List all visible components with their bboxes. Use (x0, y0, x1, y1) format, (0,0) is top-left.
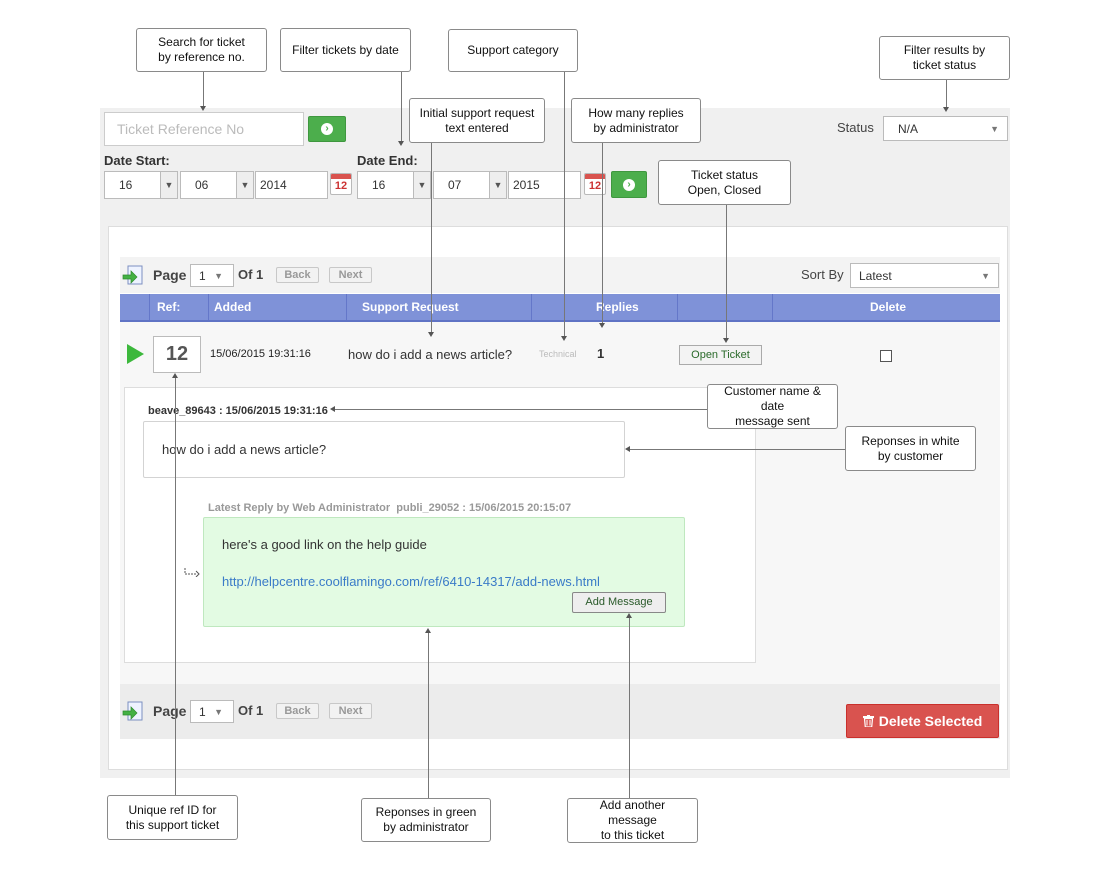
callout-initial-request: Initial support request text entered (409, 98, 545, 143)
date-start-day-select[interactable]: 16 ▼ (104, 171, 178, 199)
callout-responses-green: Reponses in green by administrator (361, 798, 491, 842)
ticket-added-date: 15/06/2015 19:31:16 (210, 348, 311, 360)
next-button[interactable]: Next (329, 703, 372, 719)
open-ticket-button[interactable]: Open Ticket (679, 345, 762, 365)
reply-connector-icon (184, 568, 200, 577)
callout-support-category: Support category (448, 29, 578, 72)
date-end-day-select[interactable]: 16 ▼ (357, 171, 431, 199)
callout-responses-white: Reponses in white by customer (845, 426, 976, 471)
delete-selected-label: Delete Selected (878, 713, 983, 729)
page-select[interactable]: 1 ▼ (190, 264, 234, 287)
chevron-down-icon: ▼ (990, 123, 999, 134)
admin-reply-link[interactable]: http://helpcentre.coolflamingo.com/ref/6… (222, 574, 600, 589)
page-arrow-icon (122, 701, 143, 721)
ticket-support-request[interactable]: how do i add a news article? (348, 347, 512, 362)
admin-reply-text: here's a good link on the help guide (222, 537, 427, 552)
page-of-label: Of 1 (238, 267, 264, 282)
table-header: Ref: Added Support Request Replies Delet… (120, 294, 1000, 322)
page-of-label: Of 1 (238, 703, 264, 718)
header-added: Added (214, 300, 252, 314)
sort-by-label: Sort By (801, 267, 844, 282)
page-select[interactable]: 1 ▼ (190, 700, 234, 723)
date-end-year-input[interactable]: 2015 (508, 171, 581, 199)
callout-unique-ref: Unique ref ID for this support ticket (107, 795, 238, 840)
page-arrow-icon (122, 265, 143, 285)
date-end-label: Date End: (357, 153, 418, 168)
ticket-reference-input[interactable] (104, 112, 304, 146)
calendar-icon[interactable]: 12 (330, 173, 352, 195)
date-start-day-value: 16 (119, 178, 133, 192)
chevron-down-icon: ▼ (981, 270, 990, 281)
delete-selected-button[interactable]: Delete Selected (846, 704, 999, 738)
chevron-down-icon: ▼ (214, 706, 223, 717)
page-label: Page (153, 703, 187, 719)
date-end-year-value: 2015 (513, 178, 540, 192)
ticket-category: Technical (539, 349, 577, 359)
add-message-button[interactable]: Add Message (572, 592, 666, 613)
callout-search: Search for ticket by reference no. (136, 28, 267, 72)
header-delete: Delete (870, 300, 907, 314)
arrow-right-icon: › (321, 123, 333, 135)
expand-play-icon[interactable] (127, 344, 144, 364)
ticket-ref-id[interactable]: 12 (153, 336, 201, 373)
arrow-right-icon: › (623, 178, 635, 191)
page-select-value: 1 (199, 704, 206, 719)
page-label: Page (153, 267, 187, 283)
chevron-down-icon: ▼ (160, 172, 177, 198)
callout-replies-count: How many replies by administrator (571, 98, 701, 143)
date-start-month-select[interactable]: 06 ▼ (180, 171, 254, 199)
status-select[interactable]: N/A ▼ (883, 116, 1008, 141)
date-end-month-value: 07 (448, 178, 462, 192)
search-go-button[interactable]: › (308, 116, 346, 142)
page-select-value: 1 (199, 268, 206, 283)
date-end-day-value: 16 (372, 178, 386, 192)
date-filter-go-button[interactable]: › (611, 171, 647, 198)
callout-add-message: Add another message to this ticket (567, 798, 698, 843)
sort-select[interactable]: Latest ▼ (850, 263, 999, 288)
date-start-label: Date Start: (104, 153, 170, 168)
chevron-down-icon: ▼ (236, 172, 253, 198)
chevron-down-icon: ▼ (489, 172, 506, 198)
header-ref: Ref: (157, 300, 181, 314)
status-select-value: N/A (898, 121, 919, 136)
admin-reply-header: Latest Reply by Web Administrator publi_… (208, 502, 572, 514)
next-button[interactable]: Next (329, 267, 372, 283)
trash-icon (862, 715, 874, 727)
callout-customer-name: Customer name & date message sent (707, 384, 838, 429)
ticket-replies-count: 1 (597, 346, 605, 361)
date-start-year-value: 2014 (260, 178, 287, 192)
callout-filter-status: Filter results by ticket status (879, 36, 1010, 80)
customer-message-text: how do i add a news article? (162, 442, 327, 457)
chevron-down-icon: ▼ (214, 270, 223, 281)
back-button[interactable]: Back (276, 267, 319, 283)
chevron-down-icon: ▼ (413, 172, 430, 198)
date-end-month-select[interactable]: 07 ▼ (433, 171, 507, 199)
delete-checkbox[interactable] (880, 350, 892, 362)
callout-filter-date: Filter tickets by date (280, 28, 411, 72)
status-label: Status (837, 120, 874, 135)
date-start-month-value: 06 (195, 178, 209, 192)
sort-select-value: Latest (859, 268, 892, 283)
callout-ticket-status: Ticket status Open, Closed (658, 160, 791, 205)
header-support-request: Support Request (362, 300, 459, 314)
back-button[interactable]: Back (276, 703, 319, 719)
date-start-year-input[interactable]: 2014 (255, 171, 328, 199)
